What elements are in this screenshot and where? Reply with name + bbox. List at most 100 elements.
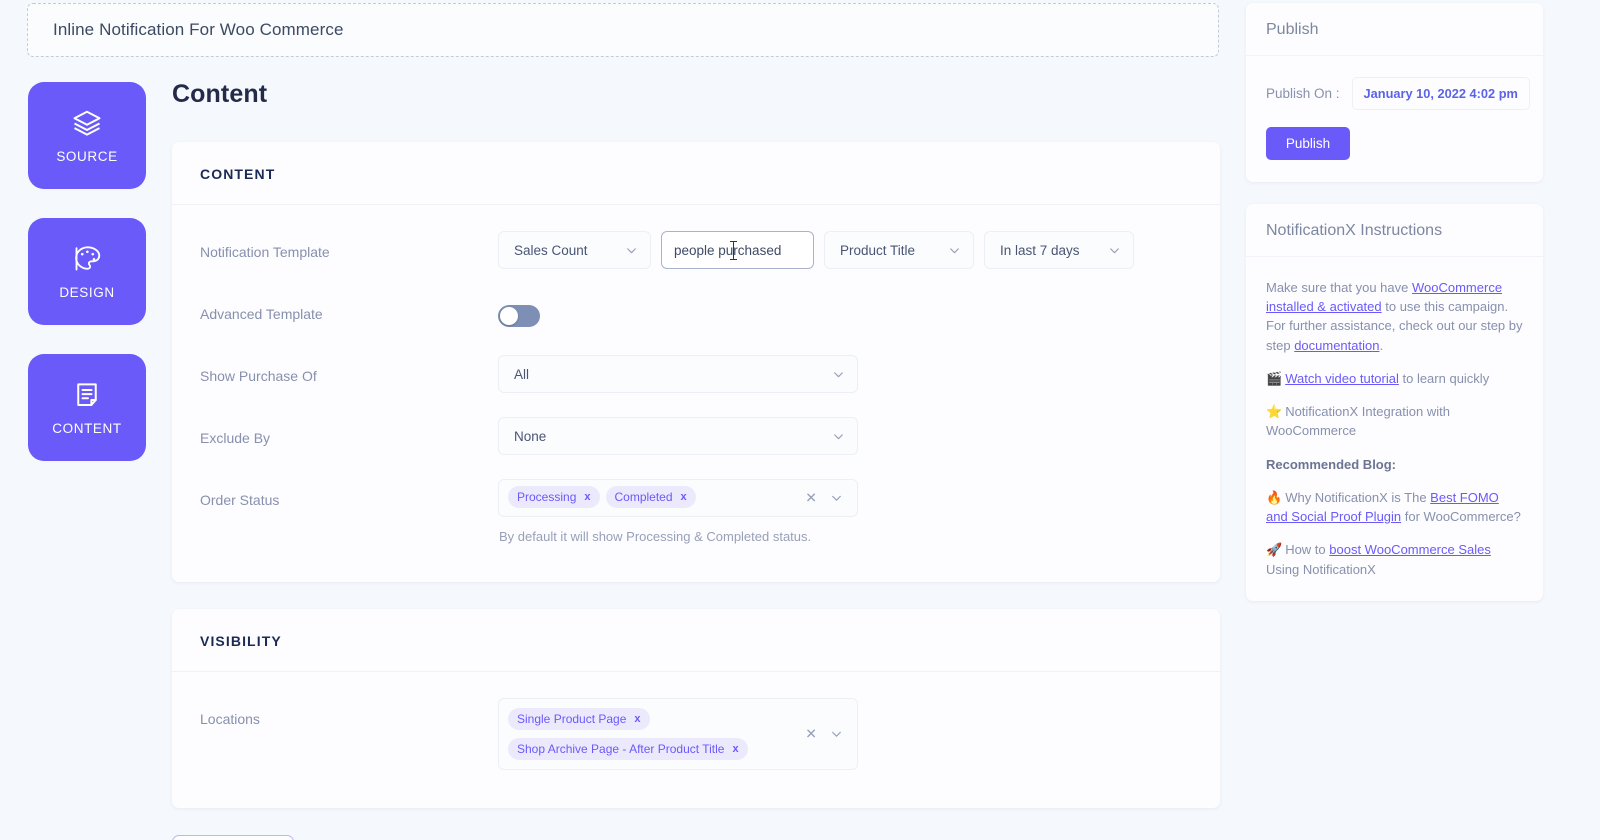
- star-icon: ⭐: [1266, 404, 1283, 420]
- publish-on-label: Publish On :: [1266, 86, 1340, 101]
- notification-template-select-3[interactable]: Product Title: [824, 231, 974, 269]
- clear-all-icon[interactable]: ✕: [805, 726, 817, 743]
- notification-template-select-4-value: In last 7 days: [1000, 242, 1080, 258]
- tag-chip[interactable]: Single Product Page x: [508, 708, 650, 730]
- publish-panel: Publish Publish On : January 10, 2022 4:…: [1246, 3, 1543, 182]
- visibility-card: VISIBILITY Locations Single Product Page…: [172, 609, 1220, 808]
- video-tail-text: to learn quickly: [1398, 370, 1490, 386]
- publish-on-date[interactable]: January 10, 2022 4:02 pm: [1351, 77, 1530, 110]
- publish-panel-body: Publish On : January 10, 2022 4:02 pm Pu…: [1246, 56, 1543, 182]
- step-label-source: SOURCE: [56, 148, 118, 164]
- document-icon: [77, 382, 97, 406]
- label-advanced-template: Advanced Template: [200, 306, 323, 322]
- blog2-text-a: How to: [1285, 542, 1330, 558]
- chevron-down-icon: [834, 433, 843, 439]
- tag-label: Shop Archive Page - After Product Title: [517, 742, 725, 756]
- right-sidebar: Publish Publish On : January 10, 2022 4:…: [1246, 3, 1543, 623]
- blog2-text-b: Using NotificationX: [1266, 561, 1376, 577]
- label-show-purchase-of: Show Purchase Of: [200, 368, 317, 384]
- order-status-controls: Processing x Completed x ✕ By default it…: [498, 479, 1192, 544]
- show-purchase-of-controls: All: [498, 355, 1192, 393]
- watch-video-link[interactable]: Watch video tutorial: [1285, 371, 1399, 386]
- order-status-multiselect[interactable]: Processing x Completed x ✕: [498, 479, 858, 517]
- publish-panel-title: Publish: [1246, 3, 1543, 56]
- advanced-template-toggle[interactable]: [498, 305, 540, 327]
- content-card: CONTENT Notification Template Sales Coun…: [172, 142, 1220, 582]
- order-status-help-text: By default it will show Processing & Com…: [499, 529, 812, 544]
- tag-remove-icon[interactable]: x: [681, 491, 687, 503]
- integration-text: NotificationX Integration with WooCommer…: [1266, 404, 1450, 439]
- chevron-down-icon: [834, 371, 843, 377]
- notification-template-select-3-value: Product Title: [840, 242, 916, 258]
- label-order-status: Order Status: [200, 492, 280, 508]
- instructions-blog-2: 🚀 How to boost WooCommerce Sales Using No…: [1266, 540, 1523, 578]
- field-show-purchase-of: Show Purchase Of All: [200, 355, 1192, 409]
- chevron-down-icon[interactable]: [830, 728, 843, 741]
- blog1-text-b: for WooCommerce?: [1401, 509, 1521, 525]
- sidebar-step-source[interactable]: SOURCE: [28, 82, 146, 189]
- chevron-down-icon: [950, 247, 959, 253]
- step-label-design: DESIGN: [59, 284, 115, 300]
- chevron-down-icon[interactable]: [830, 492, 843, 505]
- visibility-card-heading: VISIBILITY: [172, 609, 1220, 672]
- tag-label: Single Product Page: [517, 712, 627, 726]
- instructions-integration-row: ⭐ NotificationX Integration with WooComme…: [1266, 402, 1523, 440]
- field-advanced-template: Advanced Template: [200, 293, 1192, 347]
- tag-remove-icon[interactable]: x: [584, 491, 590, 503]
- video-icon: 🎬: [1266, 370, 1283, 386]
- layers-icon: [73, 110, 101, 136]
- previous-button[interactable]: Previous: [172, 835, 294, 840]
- boost-sales-link[interactable]: boost WooCommerce Sales: [1329, 542, 1491, 557]
- field-locations: Locations Single Product Page x Shop Arc…: [200, 698, 1192, 770]
- notification-template-select-4[interactable]: In last 7 days: [984, 231, 1134, 269]
- notification-template-select-1-value: Sales Count: [514, 242, 588, 258]
- clear-all-icon[interactable]: ✕: [805, 490, 817, 507]
- tag-chip[interactable]: Processing x: [508, 486, 600, 508]
- toggle-knob: [500, 307, 518, 325]
- campaign-title-field[interactable]: Inline Notification For Woo Commerce: [27, 3, 1219, 57]
- chevron-down-icon: [627, 247, 636, 253]
- publish-button[interactable]: Publish: [1266, 127, 1350, 160]
- content-card-heading: CONTENT: [172, 142, 1220, 205]
- notification-template-text-value: people purchased: [674, 242, 782, 258]
- content-card-body: Notification Template Sales Count people…: [172, 205, 1220, 582]
- instructions-panel-body: Make sure that you have WooCommerce inst…: [1246, 257, 1543, 601]
- instr-text-1a: Make sure that you have: [1266, 280, 1412, 295]
- fire-icon: 🔥: [1266, 489, 1283, 505]
- rocket-icon: 🚀: [1266, 542, 1283, 558]
- tag-chip[interactable]: Shop Archive Page - After Product Title …: [508, 738, 748, 760]
- notification-template-select-1[interactable]: Sales Count: [498, 231, 651, 269]
- locations-multiselect[interactable]: Single Product Page x Shop Archive Page …: [498, 698, 858, 770]
- sidebar-step-content[interactable]: CONTENT: [28, 354, 146, 461]
- tag-remove-icon[interactable]: x: [634, 713, 640, 725]
- blog1-text-a: Why NotificationX is The: [1285, 489, 1431, 505]
- tag-label: Completed: [614, 490, 673, 504]
- exclude-by-select[interactable]: None: [498, 417, 858, 455]
- documentation-link[interactable]: documentation: [1294, 338, 1379, 353]
- sidebar-step-design[interactable]: DESIGN: [28, 218, 146, 325]
- campaign-title-text: Inline Notification For Woo Commerce: [53, 20, 344, 39]
- tag-label: Processing: [517, 490, 577, 504]
- step-rail: SOURCE DESIGN CONTENT: [28, 82, 146, 490]
- recommended-blog-heading: Recommended Blog:: [1266, 456, 1397, 472]
- main-column: Content CONTENT Notification Template Sa…: [172, 80, 1220, 840]
- locations-controls: Single Product Page x Shop Archive Page …: [498, 698, 1192, 770]
- show-purchase-of-value: All: [514, 366, 530, 382]
- app-root: Inline Notification For Woo Commerce SOU…: [0, 0, 1600, 840]
- advanced-template-controls: [498, 293, 1192, 327]
- field-order-status: Order Status Processing x Completed x ✕ …: [200, 479, 1192, 544]
- show-purchase-of-select[interactable]: All: [498, 355, 858, 393]
- tag-remove-icon[interactable]: x: [732, 743, 738, 755]
- field-exclude-by: Exclude By None: [200, 417, 1192, 471]
- instructions-panel-title: NotificationX Instructions: [1246, 204, 1543, 257]
- exclude-by-value: None: [514, 428, 547, 444]
- instructions-video-row: 🎬 Watch video tutorial to learn quickly: [1266, 369, 1523, 388]
- tag-chip[interactable]: Completed x: [605, 486, 696, 508]
- chevron-down-icon: [1110, 247, 1119, 253]
- exclude-by-controls: None: [498, 417, 1192, 455]
- instructions-panel: NotificationX Instructions Make sure tha…: [1246, 204, 1543, 601]
- step-label-content: CONTENT: [52, 420, 122, 436]
- text-cursor-icon: [730, 241, 737, 260]
- instructions-blog-1: 🔥 Why NotificationX is The Best FOMO and …: [1266, 488, 1523, 526]
- notification-template-text-input[interactable]: people purchased: [661, 231, 814, 269]
